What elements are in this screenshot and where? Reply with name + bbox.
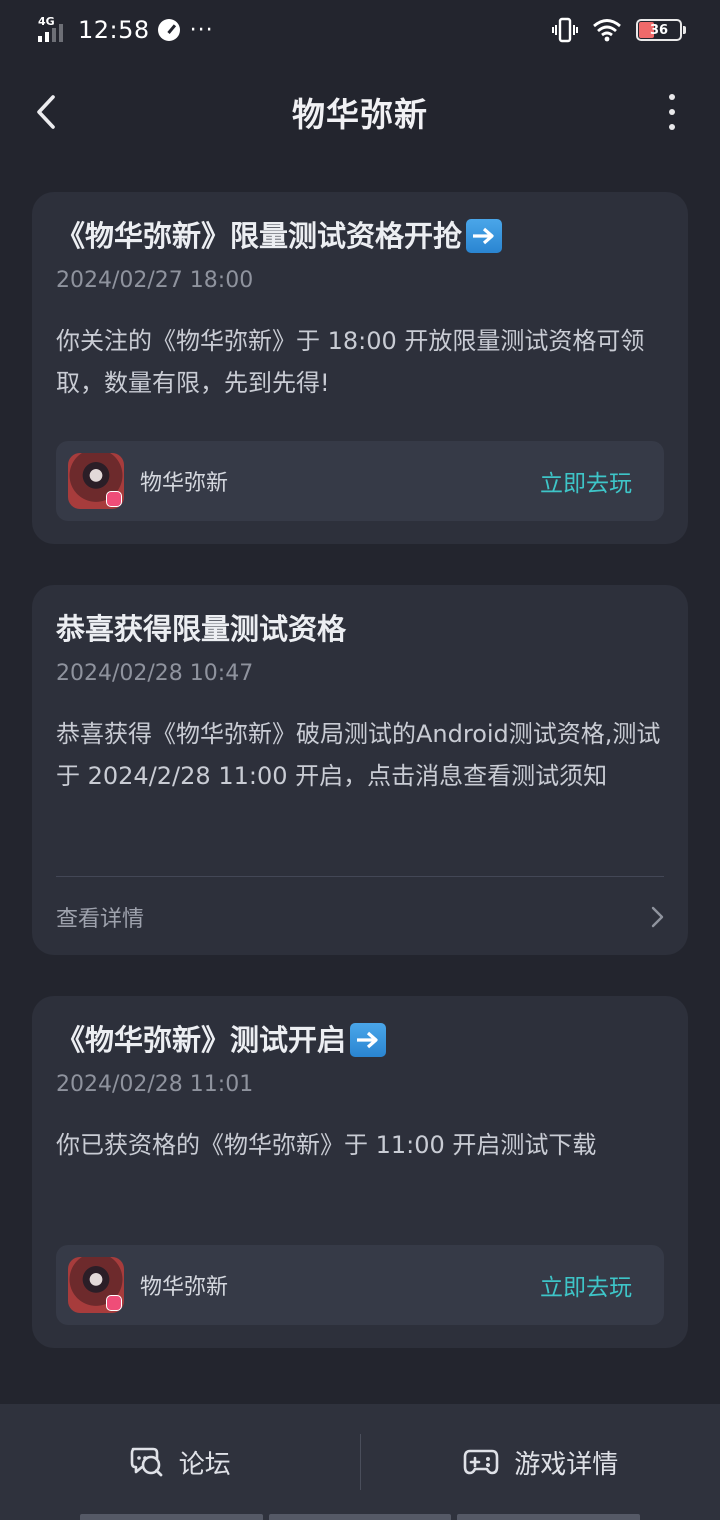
view-details-label: 查看详情 (56, 907, 145, 932)
play-now-button[interactable]: 立即去玩 (540, 464, 632, 498)
chevron-right-icon (651, 906, 664, 928)
screen: 4G 12:58 ··· 36 物华弥新 《物华弥新》限量测试资格开抢 2024… (0, 0, 720, 1520)
message-card[interactable]: 《物华弥新》测试开启 2024/02/28 11:01 你已获资格的《物华弥新》… (32, 996, 688, 1348)
game-details-button[interactable]: 游戏详情 (361, 1404, 720, 1520)
message-body: 恭喜获得《物华弥新》破局测试的Android测试资格,测试于 2024/2/28… (56, 720, 661, 790)
game-row[interactable]: 物华弥新 立即去玩 (56, 1245, 664, 1325)
bottom-bar: 论坛 游戏详情 (0, 1404, 720, 1520)
game-name: 物华弥新 (140, 1275, 229, 1300)
message-title: 恭喜获得限量测试资格 (56, 612, 347, 646)
notification-more-icon: ··· (189, 17, 214, 43)
forum-icon (130, 1447, 163, 1477)
divider (56, 876, 664, 877)
message-card[interactable]: 《物华弥新》限量测试资格开抢 2024/02/27 18:00 你关注的《物华弥… (32, 192, 688, 544)
signal-icon: 4G (38, 15, 70, 44)
game-icon (68, 453, 124, 509)
message-date: 2024/02/28 11:01 (56, 1072, 254, 1097)
more-vertical-icon (669, 94, 675, 100)
message-title-text: 《物华弥新》限量测试资格开抢 (56, 219, 463, 253)
message-title-text: 《物华弥新》测试开启 (56, 1023, 347, 1057)
game-icon (68, 1257, 124, 1313)
message-date: 2024/02/27 18:00 (56, 268, 254, 293)
chevron-left-icon (37, 95, 55, 129)
wifi-icon (593, 19, 621, 42)
back-button[interactable] (24, 88, 68, 136)
status-bar: 4G 12:58 ··· 36 (0, 0, 720, 60)
battery-level: 36 (649, 22, 669, 38)
app-header: 物华弥新 (0, 72, 720, 152)
message-card[interactable]: 恭喜获得限量测试资格 2024/02/28 10:47 恭喜获得《物华弥新》破局… (32, 585, 688, 955)
message-body: 你已获资格的《物华弥新》于 11:00 开启测试下载 (56, 1131, 597, 1159)
game-details-label: 游戏详情 (514, 1449, 619, 1480)
forum-label: 论坛 (178, 1449, 231, 1480)
message-body: 你关注的《物华弥新》于 18:00 开放限量测试资格可领取，数量有限，先到先得! (56, 327, 645, 397)
home-indicator (0, 1514, 720, 1520)
battery-icon: 36 (636, 19, 686, 41)
game-name: 物华弥新 (140, 471, 229, 496)
view-details-row[interactable]: 查看详情 (56, 885, 664, 949)
status-right: 36 (552, 17, 686, 43)
message-date: 2024/02/28 10:47 (56, 661, 254, 686)
play-now-button[interactable]: 立即去玩 (540, 1268, 632, 1302)
gamepad-icon (463, 1449, 499, 1475)
arrow-right-icon (466, 219, 503, 253)
message-title: 《物华弥新》测试开启 (56, 1020, 664, 1060)
arrow-right-icon (350, 1023, 387, 1057)
status-left: 4G 12:58 ··· (38, 15, 214, 44)
vibrate-icon (552, 17, 578, 43)
data-saver-icon (157, 19, 180, 41)
status-time: 12:58 (78, 16, 150, 44)
forum-button[interactable]: 论坛 (0, 1404, 360, 1520)
page-title: 物华弥新 (292, 95, 428, 134)
message-title: 《物华弥新》限量测试资格开抢 (56, 216, 664, 256)
game-row[interactable]: 物华弥新 立即去玩 (56, 441, 664, 521)
more-options-button[interactable] (660, 88, 684, 136)
